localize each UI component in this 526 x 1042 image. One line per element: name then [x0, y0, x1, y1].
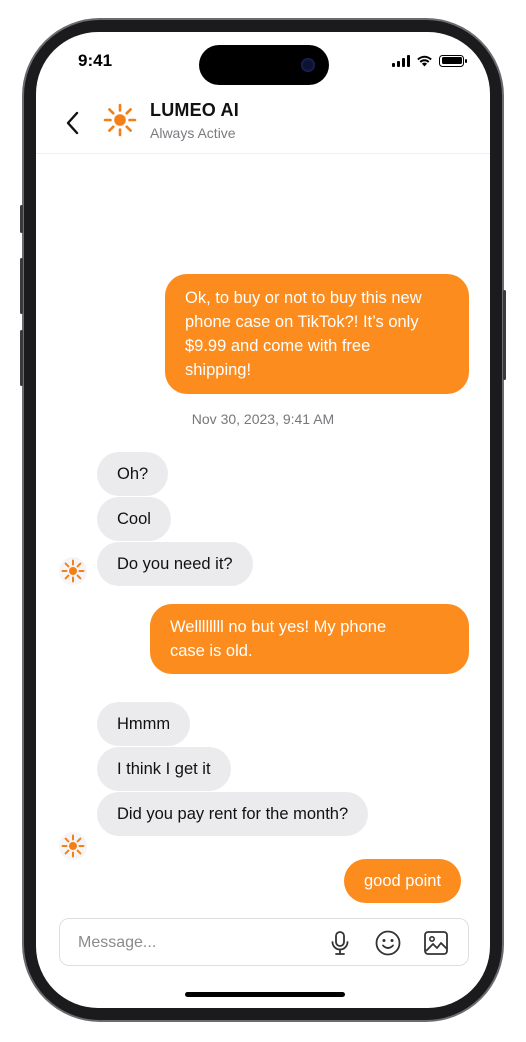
cellular-signal-icon [392, 54, 410, 67]
message-timestamp: Nov 30, 2023, 9:41 AM [191, 411, 335, 427]
outgoing-message: Wellllllll no but yes! My phone case is … [150, 604, 469, 674]
status-icons [392, 54, 467, 67]
wifi-icon [417, 55, 432, 67]
incoming-message: I think I get it [97, 747, 231, 791]
image-icon[interactable] [422, 929, 450, 957]
phone-screen: 9:41 LUMEO AI Always Active Ok, to buy o… [36, 32, 490, 1008]
side-button [20, 205, 23, 233]
message-composer [59, 918, 469, 966]
incoming-message: Oh? [97, 452, 169, 496]
side-button [503, 290, 506, 380]
smiley-icon[interactable] [374, 929, 402, 957]
incoming-message: Hmmm [97, 702, 191, 746]
sun-icon [59, 557, 87, 585]
side-button [20, 330, 23, 386]
dynamic-island [199, 45, 329, 85]
sun-icon [103, 103, 137, 137]
chat-header: LUMEO AI Always Active [36, 92, 490, 154]
outgoing-message: Ok, to buy or not to buy this new phone … [165, 274, 469, 394]
battery-icon [439, 54, 467, 67]
status-time: 9:41 [78, 51, 113, 70]
sun-icon [59, 832, 87, 860]
chevron-left-icon[interactable] [62, 109, 84, 137]
home-indicator [185, 992, 345, 997]
chat-status: Always Active [150, 125, 236, 141]
incoming-message: Do you need it? [97, 542, 253, 586]
side-button [20, 258, 23, 314]
outgoing-message: good point [344, 859, 462, 903]
chat-title: LUMEO AI [150, 100, 239, 120]
camera-icon [301, 58, 315, 72]
microphone-icon[interactable] [326, 929, 354, 957]
message-input[interactable] [78, 931, 308, 955]
incoming-message: Cool [97, 497, 171, 541]
incoming-message: Did you pay rent for the month? [97, 792, 369, 836]
